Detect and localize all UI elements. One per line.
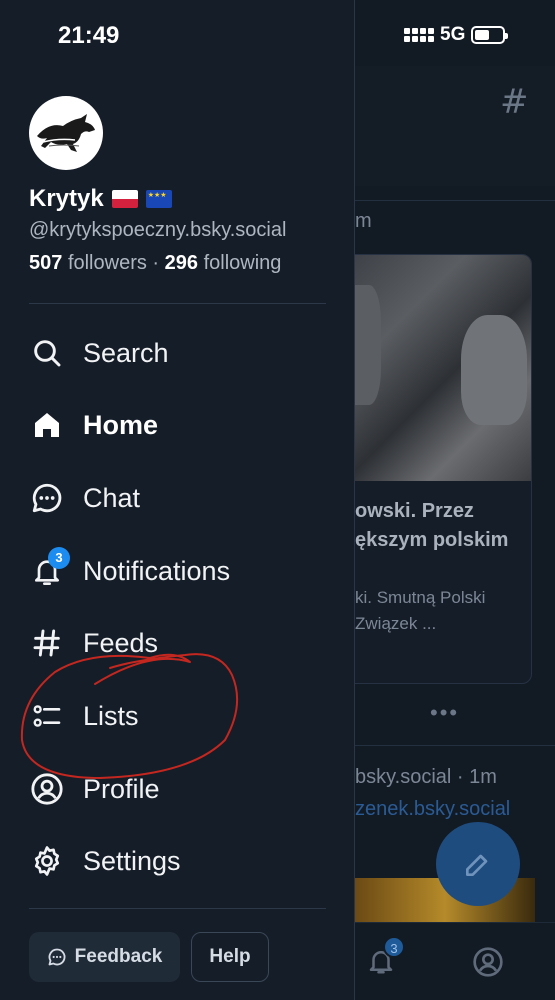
tab-notifications-badge: 3: [383, 936, 405, 958]
nav-label-home: Home: [83, 409, 159, 440]
feedback-button[interactable]: Feedback: [29, 932, 180, 982]
eu-flag-icon: [145, 190, 172, 208]
link-preview-description: ki. Smutną Polski Związek ...: [355, 588, 486, 633]
post-link-fragment[interactable]: zenek.bsky.social: [355, 798, 510, 821]
feed-divider: [355, 200, 555, 201]
more-options-icon[interactable]: •••: [430, 700, 459, 726]
profile-name-row: Krytyk: [29, 185, 172, 213]
signal-icon: [404, 28, 434, 42]
nav-item-chat[interactable]: Chat: [29, 473, 329, 523]
feedback-chat-icon: [48, 948, 66, 966]
nav-label-notifications: Notifications: [83, 555, 231, 586]
bell-icon: 3: [29, 547, 70, 589]
nav-label-feeds: Feeds: [83, 627, 159, 658]
compose-icon: [466, 854, 488, 876]
avatar[interactable]: [29, 96, 103, 170]
nav-label-lists: Lists: [83, 700, 139, 731]
followers-count: 507: [29, 252, 63, 274]
nav-item-search[interactable]: Search: [29, 328, 329, 378]
nav-item-settings[interactable]: Settings: [29, 836, 329, 886]
feed-timestamp-fragment: m: [355, 210, 372, 232]
divider: [29, 303, 326, 304]
search-icon: [29, 335, 65, 371]
help-button[interactable]: Help: [191, 932, 269, 982]
help-label: Help: [209, 946, 251, 967]
nav-item-home[interactable]: Home: [29, 400, 329, 450]
hash-icon: [29, 625, 65, 661]
display-name: Krytyk: [29, 185, 104, 212]
status-indicators: 5G: [404, 24, 509, 46]
profile-handle: @krytykspoeczny.bsky.social: [29, 219, 287, 241]
user-circle-icon: [29, 771, 65, 807]
following-label: following: [203, 252, 282, 274]
post-handle-fragment: bsky.social · 1m: [355, 766, 497, 788]
divider: [29, 908, 326, 909]
follow-counts[interactable]: 507 followers · 296 following: [29, 252, 281, 275]
feedback-label: Feedback: [74, 946, 163, 967]
notifications-badge: 3: [48, 547, 70, 569]
followers-label: followers: [67, 252, 147, 274]
feed-divider: [355, 745, 555, 746]
nav-item-feeds[interactable]: Feeds: [29, 618, 329, 668]
status-bar: 21:49 5G: [0, 0, 555, 66]
tab-profile-icon[interactable]: [472, 946, 504, 978]
network-type: 5G: [440, 24, 466, 45]
nav-item-profile[interactable]: Profile: [29, 764, 329, 814]
gear-icon: [29, 843, 65, 879]
home-icon: [29, 407, 65, 443]
navigation-drawer: Krytyk @krytykspoeczny.bsky.social 507 f…: [0, 0, 355, 1000]
nav-item-notifications[interactable]: 3 Notifications: [29, 546, 329, 596]
poland-flag-icon: [111, 190, 138, 208]
compose-post-button[interactable]: [436, 822, 520, 906]
nav-label-search: Search: [83, 337, 169, 368]
horse-logo-icon: [31, 98, 101, 168]
link-preview-card[interactable]: owski. Przez ększym polskim ki. Smutną P…: [340, 254, 532, 684]
link-preview-image: [341, 255, 531, 481]
battery-icon: [471, 26, 509, 44]
status-time: 21:49: [58, 22, 120, 49]
link-preview-title: owski. Przez ększym polskim: [355, 500, 509, 551]
nav-label-profile: Profile: [83, 773, 160, 804]
chat-icon: [29, 480, 65, 516]
nav-label-chat: Chat: [83, 482, 141, 513]
nav-label-settings: Settings: [83, 845, 181, 876]
nav-item-lists[interactable]: Lists: [29, 691, 329, 741]
feeds-hash-icon[interactable]: #: [500, 82, 529, 122]
following-count: 296: [164, 252, 199, 274]
list-icon: [29, 698, 65, 734]
counts-separator: ·: [152, 252, 160, 274]
